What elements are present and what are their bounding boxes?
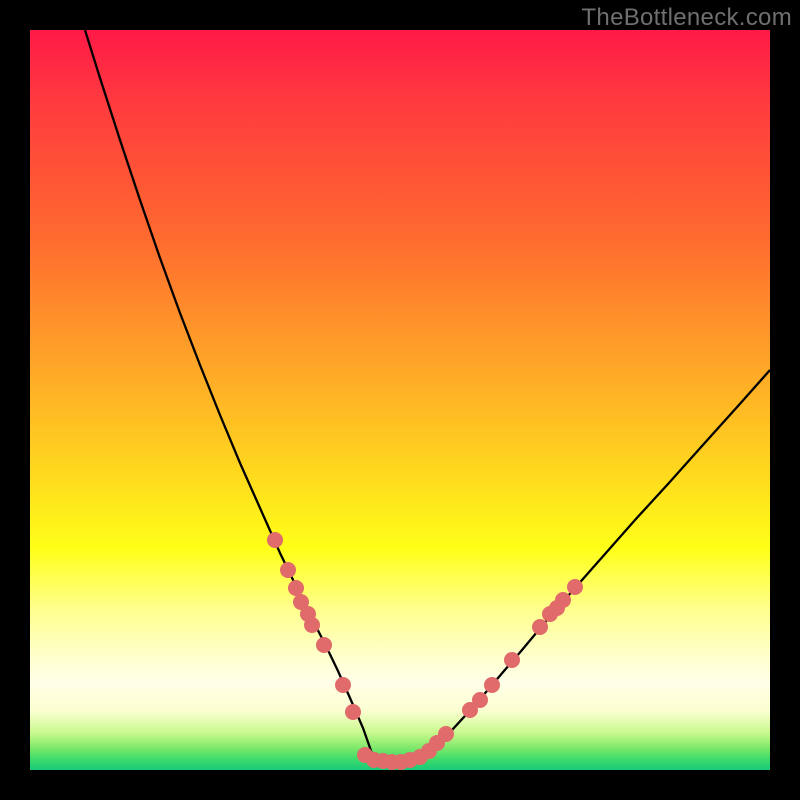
data-marker (280, 562, 296, 578)
data-marker (316, 637, 332, 653)
data-marker (304, 617, 320, 633)
data-marker (438, 726, 454, 742)
data-marker (335, 677, 351, 693)
data-marker (267, 532, 283, 548)
chart-svg (30, 30, 770, 770)
data-marker (345, 704, 361, 720)
data-marker (555, 592, 571, 608)
curve-left-path (85, 30, 375, 762)
watermark-label: TheBottleneck.com (581, 4, 792, 32)
chart-frame: TheBottleneck.com (0, 0, 800, 800)
data-marker (288, 580, 304, 596)
data-marker (504, 652, 520, 668)
plot-area (30, 30, 770, 770)
data-marker (567, 579, 583, 595)
data-marker (484, 677, 500, 693)
data-marker (532, 619, 548, 635)
markers-bottom-group (357, 726, 454, 770)
markers-left-group (267, 532, 361, 720)
curve-right-path (375, 370, 770, 762)
data-marker (472, 692, 488, 708)
